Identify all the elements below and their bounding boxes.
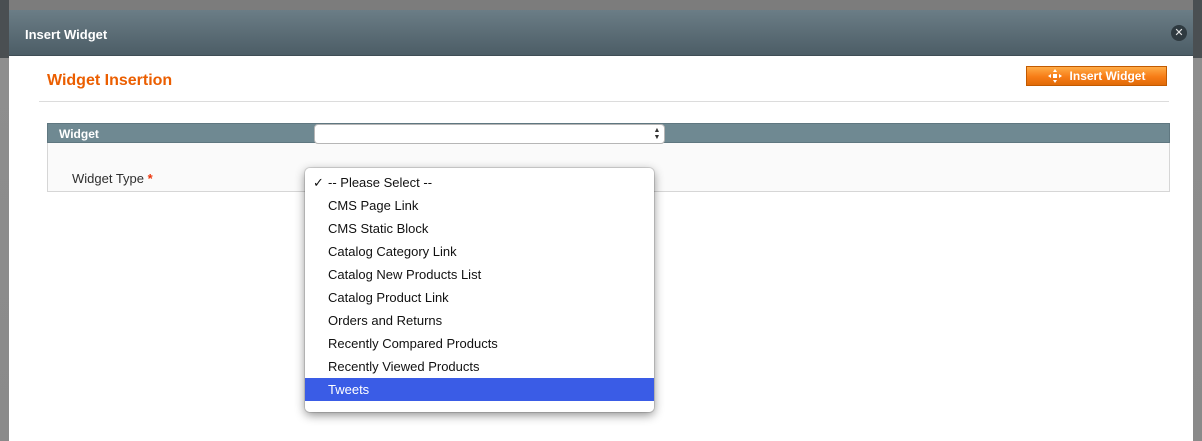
checkmark-icon: ✓ xyxy=(313,175,324,190)
option-label: -- Please Select -- xyxy=(328,175,433,190)
dropdown-option[interactable]: CMS Static Block xyxy=(305,217,654,240)
title-divider xyxy=(39,101,1169,102)
background-page-left xyxy=(0,0,9,441)
widget-type-dropdown[interactable]: ✓ -- Please Select -- CMS Page Link CMS … xyxy=(305,168,654,412)
option-label: Recently Compared Products xyxy=(328,336,498,351)
close-icon[interactable]: ✕ xyxy=(1171,25,1187,41)
dropdown-option[interactable]: Recently Compared Products xyxy=(305,332,654,355)
required-marker: * xyxy=(147,171,153,186)
dropdown-option[interactable]: Catalog Product Link xyxy=(305,286,654,309)
dropdown-option[interactable]: Catalog Category Link xyxy=(305,240,654,263)
dropdown-option[interactable]: Orders and Returns xyxy=(305,309,654,332)
option-label: Catalog Product Link xyxy=(328,290,449,305)
insert-widget-button[interactable]: Insert Widget xyxy=(1026,66,1167,86)
page-title: Widget Insertion xyxy=(47,72,173,89)
dropdown-option[interactable]: Catalog New Products List xyxy=(305,263,654,286)
dropdown-option[interactable]: Recently Viewed Products xyxy=(305,355,654,378)
insert-widget-label: Insert Widget xyxy=(1069,69,1146,83)
select-arrows-icon: ▲ ▼ xyxy=(653,127,661,141)
insert-widget-icon xyxy=(1047,69,1062,83)
dropdown-option-highlighted[interactable]: Tweets xyxy=(305,378,654,401)
dialog-titlebar: Insert Widget ✕ xyxy=(9,10,1193,56)
widget-type-select[interactable]: ▲ ▼ xyxy=(314,124,665,144)
dropdown-option[interactable]: ✓ -- Please Select -- xyxy=(305,171,654,194)
option-label: Orders and Returns xyxy=(328,313,443,328)
option-label: CMS Page Link xyxy=(328,198,419,213)
option-label: Catalog New Products List xyxy=(328,267,482,282)
option-label: Recently Viewed Products xyxy=(328,359,480,374)
dropdown-option[interactable]: CMS Page Link xyxy=(305,194,654,217)
option-label: Tweets xyxy=(328,382,370,397)
widget-type-label-text: Widget Type xyxy=(72,171,145,186)
background-page-right xyxy=(1193,0,1202,441)
dialog-title: Insert Widget xyxy=(25,27,108,42)
option-label: Catalog Category Link xyxy=(328,244,457,259)
option-label: CMS Static Block xyxy=(328,221,429,236)
widget-type-label: Widget Type * xyxy=(72,171,153,186)
